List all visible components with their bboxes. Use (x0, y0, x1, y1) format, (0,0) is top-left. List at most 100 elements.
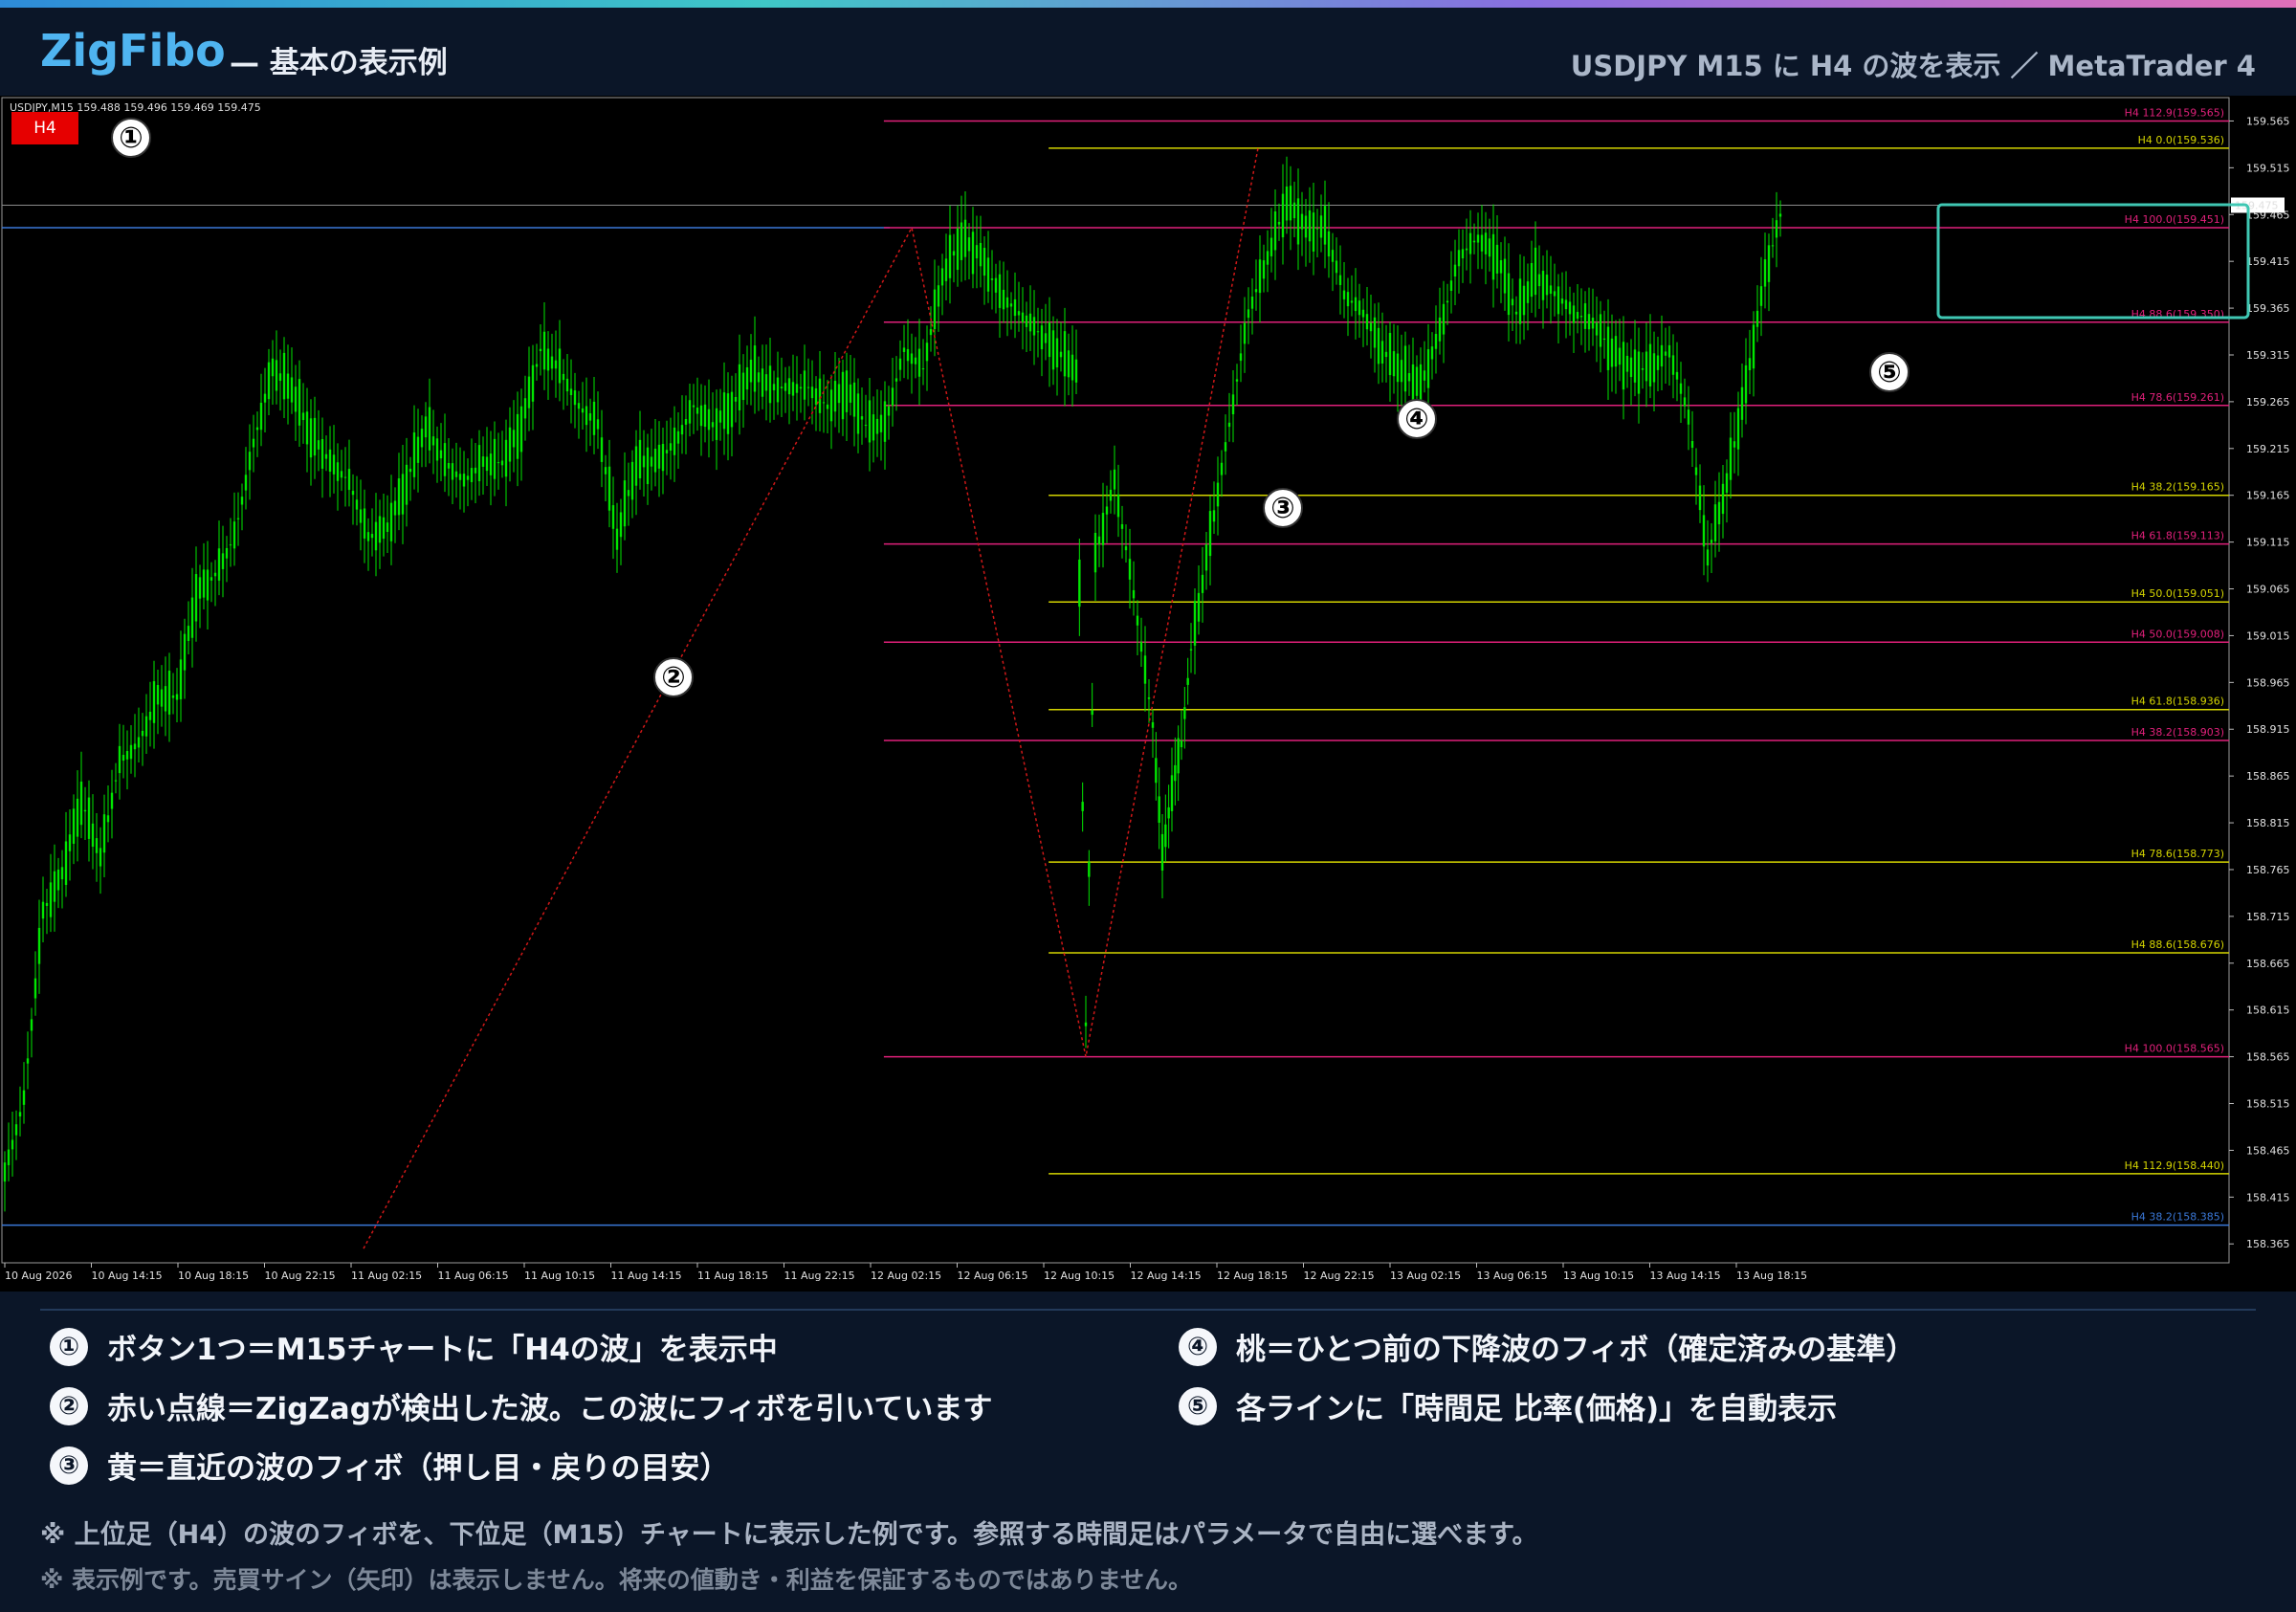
candle-body (221, 553, 225, 569)
candle-body (573, 390, 577, 406)
candle-body (1281, 193, 1285, 238)
candle-body (577, 403, 581, 409)
price-tick-label: 159.415 (2246, 255, 2290, 268)
candle-body (431, 436, 435, 446)
brand-title: ZigFibo (40, 25, 226, 77)
price-tick-label: 158.565 (2246, 1051, 2290, 1064)
candle-body (933, 289, 937, 330)
candle-body (1155, 758, 1158, 784)
candle-body (121, 755, 125, 762)
candle-body (1180, 740, 1183, 748)
candle-body (1139, 642, 1143, 652)
candle-body (1009, 303, 1013, 307)
candle-body (1629, 357, 1633, 378)
candle-body (569, 388, 573, 395)
candle-body (363, 508, 366, 539)
time-tick-label: 11 Aug 02:15 (351, 1270, 422, 1282)
candle-body (99, 848, 102, 867)
candle-body (814, 387, 818, 406)
candle-body (420, 429, 424, 448)
candle-body (386, 522, 389, 532)
time-tick-label: 11 Aug 18:15 (697, 1270, 768, 1282)
candle-body (852, 382, 856, 417)
fib-label: H4 61.8(159.113) (2131, 530, 2224, 542)
legend-num-1: ① (50, 1327, 88, 1366)
candle-body (114, 780, 118, 782)
candle-body (1683, 397, 1687, 407)
candle-body (898, 358, 902, 370)
candle-body (1338, 275, 1342, 285)
candle-body (1453, 264, 1457, 277)
candle-body (971, 232, 975, 275)
candle-body (979, 242, 982, 267)
candle-body (37, 927, 41, 964)
candle-body (1522, 285, 1526, 316)
price-tick-label: 159.265 (2246, 396, 2290, 409)
candle-body (1484, 232, 1488, 254)
time-tick-label: 10 Aug 18:15 (178, 1270, 249, 1282)
candle-body (1625, 355, 1629, 372)
candle-body (164, 686, 167, 712)
candle-body (1254, 289, 1258, 293)
candle-body (1319, 215, 1323, 238)
candle-body (474, 467, 477, 474)
candle-body (650, 456, 653, 467)
candle-body (1078, 559, 1081, 607)
candle-body (1331, 250, 1335, 262)
candle-body (359, 509, 363, 523)
candle-body (772, 384, 776, 390)
candle-body (829, 389, 833, 422)
candle-body (83, 809, 87, 812)
time-tick-label: 13 Aug 14:15 (1650, 1270, 1721, 1282)
candle-body (1740, 386, 1744, 420)
candle-body (665, 450, 669, 453)
time-tick-label: 13 Aug 06:15 (1477, 1270, 1548, 1282)
time-tick-label: 13 Aug 10:15 (1563, 1270, 1634, 1282)
candle-body (791, 382, 795, 396)
candle-body (148, 711, 152, 720)
candle-body (627, 490, 630, 497)
candle-body (1116, 494, 1120, 518)
candle-body (558, 348, 562, 384)
candle-body (780, 386, 784, 388)
candle-body (343, 476, 347, 478)
candle-body (160, 689, 164, 707)
candle-body (910, 353, 914, 364)
candle-body (393, 500, 397, 516)
candle-body (1480, 234, 1484, 252)
page-subtitle: — 基本の表示例 (230, 46, 448, 80)
candle-body (1702, 515, 1706, 547)
candle-body (1710, 540, 1713, 543)
candle-body (1177, 738, 1180, 774)
candle-body (883, 401, 887, 442)
candle-body (523, 398, 527, 419)
candle-body (1442, 303, 1446, 335)
candle-body (1648, 343, 1652, 386)
price-tick-label: 158.365 (2246, 1238, 2290, 1250)
candle-body (1733, 441, 1736, 448)
candle-body (1327, 231, 1331, 257)
candle-body (152, 681, 156, 723)
candle-body (477, 445, 481, 481)
candle-body (1048, 322, 1051, 358)
candle-body (1021, 312, 1025, 322)
candle-body (994, 277, 998, 293)
candle-body (72, 808, 76, 844)
h4-timeframe-button[interactable]: H4 (11, 112, 78, 144)
candle-body (519, 406, 523, 453)
candle-body (998, 274, 1002, 308)
legend-num-2: ② (50, 1386, 88, 1425)
candle-body (1247, 309, 1250, 319)
candle-body (542, 331, 546, 370)
candle-body (692, 405, 695, 408)
candle-body (757, 372, 761, 383)
candle-body (1189, 649, 1193, 651)
candle-body (1579, 316, 1583, 318)
candle-body (1227, 422, 1231, 428)
candle-body (1231, 394, 1235, 415)
mt4-chart-window[interactable]: 159.565 159.515 159.465 159.415 159.365 159.3… (0, 96, 2296, 1292)
candle-body (1132, 589, 1136, 599)
candle-body (1664, 351, 1667, 356)
chart-canvas[interactable]: 159.565159.515159.465159.415159.365159.3… (0, 96, 2296, 1292)
candle-body (1380, 341, 1384, 364)
